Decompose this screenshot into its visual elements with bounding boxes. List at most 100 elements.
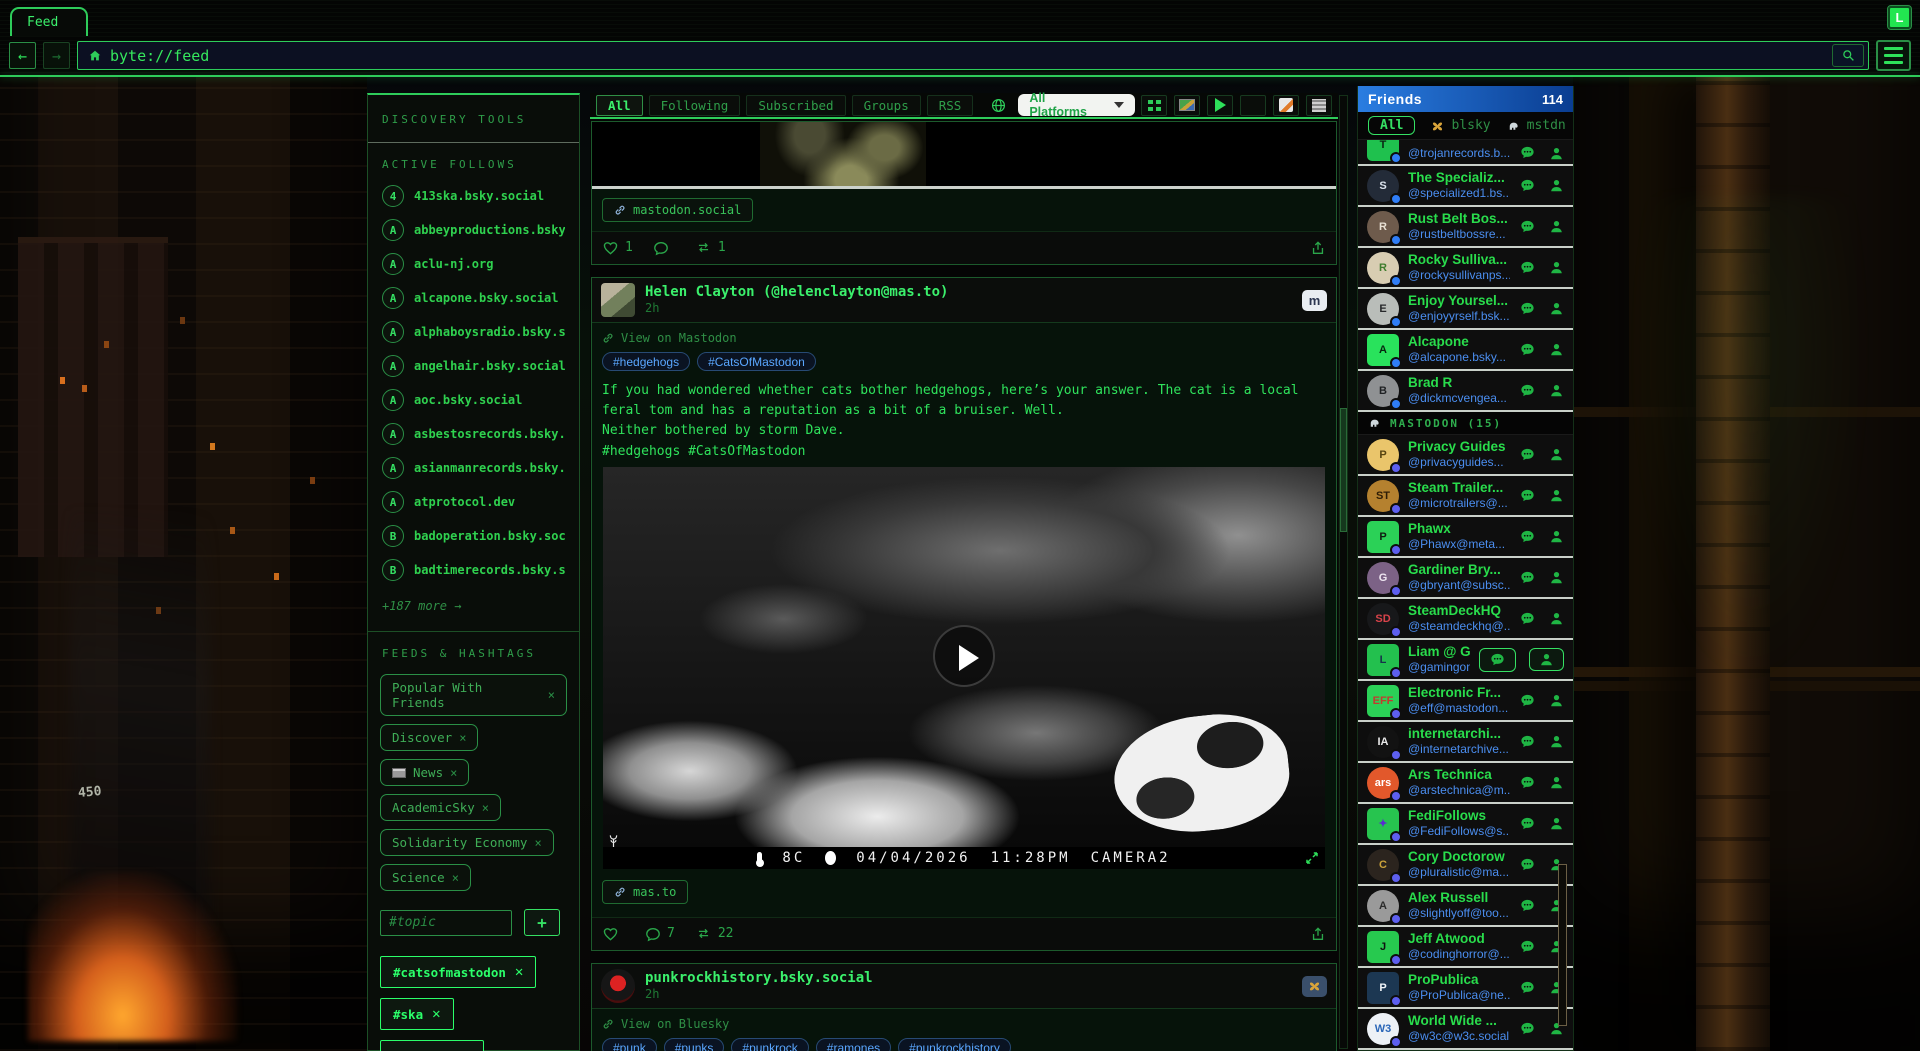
message-friend-button[interactable]	[1519, 939, 1536, 955]
toolbar-button[interactable]	[1141, 95, 1167, 116]
friend-row[interactable]: P Privacy Guides @privacyguides...	[1358, 435, 1573, 476]
message-friend-button[interactable]	[1519, 980, 1536, 996]
post-hashtag[interactable]: #CatsOfMastodon	[697, 352, 816, 371]
menu-button[interactable]	[1876, 40, 1911, 71]
toolbar-button[interactable]	[1306, 95, 1332, 116]
feed-chip[interactable]: Popular With Friends ×	[380, 674, 567, 716]
video-player[interactable]: 8C 04/04/2026 11:28PM CAMERA2	[603, 467, 1325, 869]
message-friend-button[interactable]	[1519, 693, 1536, 709]
view-profile-button[interactable]	[1549, 488, 1564, 503]
feed-tab[interactable]: Following	[649, 95, 741, 116]
friends-filter-bluesky[interactable]: blsky	[1431, 118, 1490, 133]
view-profile-button[interactable]	[1549, 447, 1564, 462]
message-friend-button[interactable]	[1519, 145, 1536, 161]
message-friend-button[interactable]	[1519, 1021, 1536, 1037]
show-more-follows[interactable]: +187 more →	[368, 587, 579, 621]
friend-row[interactable]: EFF Electronic Fr... @eff@mastodon...	[1358, 681, 1573, 722]
feed-chip[interactable]: News ×	[380, 759, 469, 786]
friend-row[interactable]: SD SteamDeckHQ @steamdeckhq@...	[1358, 599, 1573, 640]
message-friend-button[interactable]	[1519, 529, 1536, 545]
feed-chip[interactable]: AcademicSky ×	[380, 794, 501, 821]
friend-row[interactable]: R Rust Belt Bos... @rustbeltbossre...	[1358, 207, 1573, 248]
friend-row[interactable]: S The Specializ... @specialized1.bs...	[1358, 166, 1573, 207]
repost-button[interactable]: 22	[695, 926, 734, 941]
post-author-name[interactable]: Helen Clayton (@helenclayton@mas.to)	[645, 284, 948, 302]
friends-filter-all[interactable]: All	[1368, 116, 1415, 135]
post-hashtag[interactable]: #punks	[664, 1038, 725, 1051]
follow-item[interactable]: B badtimerecords.bsky.social	[368, 553, 579, 587]
message-friend-button[interactable]	[1519, 301, 1536, 317]
message-friend-button[interactable]	[1519, 734, 1536, 750]
post-hashtag[interactable]: #punkrockhistory	[898, 1038, 1011, 1051]
friend-row[interactable]: T @trojanrecords.b...	[1358, 140, 1573, 166]
follow-item[interactable]: 4 413ska.bsky.social	[368, 179, 579, 213]
view-profile-button[interactable]	[1549, 693, 1564, 708]
feed-tab[interactable]: Groups	[852, 95, 921, 116]
message-friend-button[interactable]	[1519, 816, 1536, 832]
friend-row[interactable]: C Cory Doctorow @pluralistic@ma...	[1358, 845, 1573, 886]
follow-item[interactable]: A aoc.bsky.social	[368, 383, 579, 417]
friends-filter-mastodon[interactable]: mstdn	[1507, 118, 1566, 133]
view-profile-button[interactable]	[1549, 529, 1564, 544]
feed-scrollbar-handle[interactable]	[1340, 408, 1347, 532]
remove-hashtag-icon[interactable]: ✕	[515, 964, 523, 980]
feed-chip[interactable]: Solidarity Economy ×	[380, 829, 554, 856]
view-on-platform-link[interactable]: View on Mastodon	[602, 331, 1326, 345]
friend-row[interactable]: IA internetarchi... @internetarchive...	[1358, 722, 1573, 763]
search-icon[interactable]	[1832, 44, 1864, 67]
view-profile-button[interactable]	[1549, 570, 1564, 585]
view-profile-button[interactable]	[1549, 219, 1564, 234]
toolbar-button[interactable]	[1240, 95, 1266, 116]
friend-row[interactable]: R Rocky Sulliva... @rockysullivanps...	[1358, 248, 1573, 289]
friend-row[interactable]: P Phawx @Phawx@meta...	[1358, 517, 1573, 558]
view-profile-button[interactable]	[1549, 383, 1564, 398]
friends-list[interactable]: T @trojanrecords.b...	[1358, 140, 1573, 1050]
message-friend-button[interactable]	[1519, 342, 1536, 358]
remove-chip-icon[interactable]: ×	[459, 731, 466, 745]
friends-scrollbar-handle[interactable]	[1558, 864, 1567, 1026]
like-button[interactable]: 1	[602, 239, 633, 256]
remove-chip-icon[interactable]: ×	[548, 688, 555, 702]
share-button[interactable]	[1310, 926, 1326, 942]
profile-avatar-button[interactable]: L	[1888, 6, 1911, 29]
view-profile-button[interactable]	[1529, 648, 1564, 671]
friend-row[interactable]: J Jeff Atwood @codinghorror@...	[1358, 927, 1573, 968]
view-profile-button[interactable]	[1549, 816, 1564, 831]
friend-row[interactable]: A Alcapone @alcapone.bsky...	[1358, 330, 1573, 371]
message-friend-button[interactable]	[1519, 260, 1536, 276]
toolbar-button[interactable]	[1174, 95, 1200, 116]
friend-row[interactable]: E Enjoy Yoursel... @enjoyyrself.bsk...	[1358, 289, 1573, 330]
view-profile-button[interactable]	[1549, 260, 1564, 275]
source-link-chip[interactable]: mastodon.social	[602, 198, 753, 222]
feed-scrollbar[interactable]	[1339, 95, 1348, 1049]
view-profile-button[interactable]	[1549, 611, 1564, 626]
follow-item[interactable]: A alcapone.bsky.social	[368, 281, 579, 315]
topic-input[interactable]	[380, 910, 512, 936]
source-link-chip[interactable]: mas.to	[602, 880, 688, 904]
friend-row[interactable]: G Gardiner Bry... @gbryant@subsc...	[1358, 558, 1573, 599]
toolbar-button[interactable]	[1207, 95, 1233, 116]
message-friend-button[interactable]	[1519, 488, 1536, 504]
message-friend-button[interactable]	[1519, 178, 1536, 194]
back-button[interactable]: ←	[9, 42, 36, 69]
view-profile-button[interactable]	[1549, 342, 1564, 357]
message-friend-button[interactable]	[1519, 219, 1536, 235]
post-hashtag[interactable]: #ramones	[816, 1038, 891, 1051]
friend-row[interactable]: ST Steam Trailer... @microtrailers@...	[1358, 476, 1573, 517]
feed-tab[interactable]: Subscribed	[746, 95, 845, 116]
remove-chip-icon[interactable]: ×	[450, 766, 457, 780]
message-friend-button[interactable]	[1519, 857, 1536, 873]
follow-item[interactable]: A atprotocol.dev	[368, 485, 579, 519]
message-friend-button[interactable]	[1519, 447, 1536, 463]
follow-item[interactable]: A aclu-nj.org	[368, 247, 579, 281]
post-hashtag[interactable]: #hedgehogs	[602, 352, 690, 371]
like-button[interactable]	[602, 925, 625, 942]
feed-chip[interactable]: Discover ×	[380, 724, 478, 751]
feed-tab[interactable]: RSS	[927, 95, 974, 116]
remove-chip-icon[interactable]: ×	[452, 871, 459, 885]
repost-button[interactable]: 1	[695, 240, 726, 255]
friend-row[interactable]: B Brad R @dickmcvengea...	[1358, 371, 1573, 412]
message-friend-button[interactable]	[1519, 570, 1536, 586]
friend-row[interactable]: ars Ars Technica @arstechnica@m...	[1358, 763, 1573, 804]
view-profile-button[interactable]	[1549, 301, 1564, 316]
